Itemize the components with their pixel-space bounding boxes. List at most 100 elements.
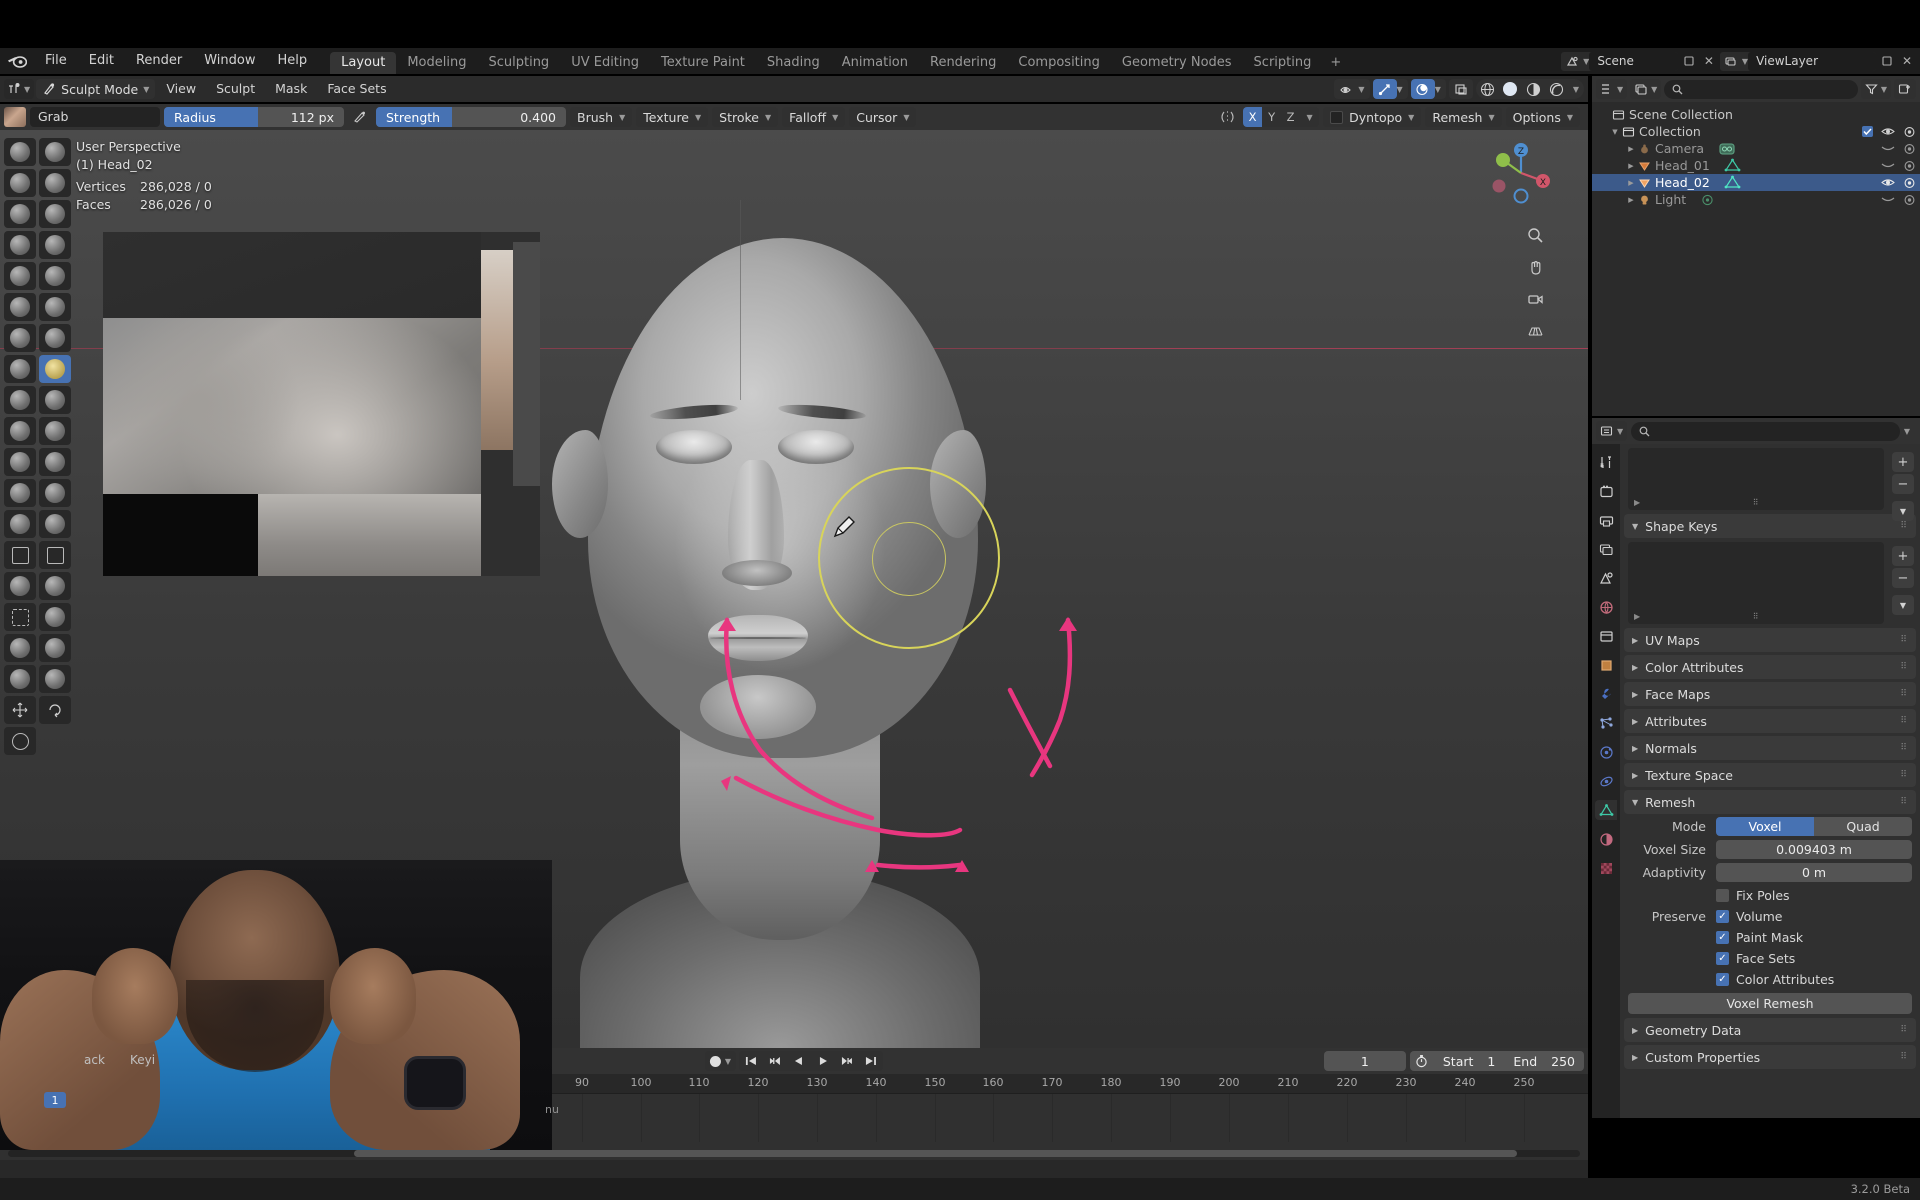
chevron-right-icon[interactable]: ▶ xyxy=(1632,717,1638,726)
panel-header-face-maps[interactable]: ▶ Face Maps ⠿ xyxy=(1624,682,1916,706)
vertex-groups-expand-icon[interactable]: ▶ xyxy=(1634,498,1640,507)
chevron-right-icon[interactable]: ▶ xyxy=(1632,663,1638,672)
properties-tab-texture[interactable] xyxy=(1595,858,1617,878)
tool-crease[interactable] xyxy=(4,262,36,290)
shape-keys-list[interactable]: ▶ ⠿ xyxy=(1628,542,1884,624)
fix-poles-checkbox[interactable] xyxy=(1716,888,1729,902)
mesh-data-icon[interactable] xyxy=(1724,175,1741,190)
shape-keys-add-button[interactable]: + xyxy=(1892,546,1914,566)
shading-solid-icon[interactable] xyxy=(1499,79,1522,99)
properties-tab-constraints[interactable] xyxy=(1595,771,1617,791)
menu-edit[interactable]: Edit xyxy=(78,48,125,74)
grip-icon[interactable]: ⠿ xyxy=(1900,521,1908,531)
grip-icon[interactable]: ⠿ xyxy=(1900,635,1908,645)
properties-tab-tool[interactable] xyxy=(1595,452,1617,472)
voxel-size-field[interactable]: 0.009403 m xyxy=(1716,840,1912,859)
scene-selector[interactable]: ▼ Scene xyxy=(1561,51,1678,71)
workspace-tab-layout[interactable]: Layout xyxy=(330,52,397,74)
remove-scene-close-icon[interactable]: ✕ xyxy=(1700,52,1718,71)
expand-triangle-icon[interactable]: ▶ xyxy=(1624,179,1638,187)
properties-tab-render[interactable] xyxy=(1595,481,1617,501)
panel-header-attributes[interactable]: ▶ Attributes ⠿ xyxy=(1624,709,1916,733)
properties-tab-view-layer[interactable] xyxy=(1595,539,1617,559)
outliner-row-scene-collection[interactable]: Scene Collection xyxy=(1592,106,1920,123)
symmetry-axis-y[interactable]: Y xyxy=(1262,107,1281,127)
camera-icon[interactable] xyxy=(1522,286,1548,312)
remesh-mode-voxel[interactable]: Voxel xyxy=(1716,817,1814,836)
tool-blob[interactable] xyxy=(39,231,71,259)
shading-rendered-icon[interactable] xyxy=(1545,79,1568,99)
tool-annotate[interactable] xyxy=(4,727,36,755)
menu-window[interactable]: Window xyxy=(193,48,266,74)
tool-pose[interactable] xyxy=(39,417,71,445)
new-viewlayer-icon[interactable] xyxy=(1878,52,1896,71)
jump-to-end-button[interactable] xyxy=(859,1051,883,1071)
tool-scrape[interactable] xyxy=(4,324,36,352)
start-frame-field[interactable]: Start 1 xyxy=(1434,1051,1505,1071)
tool-multiplane-scrape[interactable] xyxy=(39,324,71,352)
tool-grab[interactable] xyxy=(39,355,71,383)
remove-viewlayer-close-icon[interactable]: ✕ xyxy=(1898,52,1916,71)
shape-keys-menu-button[interactable]: ▼ xyxy=(1892,595,1914,615)
vertex-groups-remove-button[interactable]: − xyxy=(1892,474,1914,494)
chevron-down-icon[interactable]: ▼ xyxy=(832,113,838,122)
tool-thumb[interactable] xyxy=(4,417,36,445)
shape-keys-expand-icon[interactable]: ▶ xyxy=(1634,612,1640,621)
proportional-edit-icon[interactable] xyxy=(1410,79,1435,99)
workspace-tab-animation[interactable]: Animation xyxy=(831,52,919,74)
navigation-gizmo[interactable]: Z X xyxy=(1486,138,1556,208)
preserve-face-sets-checkbox[interactable]: ✓ xyxy=(1716,951,1729,965)
tool-clay[interactable] xyxy=(4,169,36,197)
eye-open-icon[interactable] xyxy=(1881,126,1895,137)
tool-transform[interactable] xyxy=(4,696,36,724)
tool-fill[interactable] xyxy=(39,293,71,321)
workspace-tab-rendering[interactable]: Rendering xyxy=(919,52,1007,74)
properties-tab-collection[interactable] xyxy=(1595,626,1617,646)
panel-header-uv-maps[interactable]: ▶ UV Maps ⠿ xyxy=(1624,628,1916,652)
current-frame-field[interactable]: 1 xyxy=(1323,1051,1406,1071)
properties-search-input[interactable] xyxy=(1631,421,1900,441)
outliner-editor-type[interactable]: ▼ xyxy=(1596,79,1628,99)
pan-hand-icon[interactable] xyxy=(1522,254,1548,280)
camera-data-icon[interactable] xyxy=(1718,141,1736,156)
properties-tab-scene[interactable] xyxy=(1595,568,1617,588)
chevron-right-icon[interactable]: ▶ xyxy=(1632,1026,1638,1035)
chevron-down-icon[interactable]: ▼ xyxy=(695,113,701,122)
shading-chevron-down-icon[interactable]: ▼ xyxy=(1568,85,1584,94)
eye-closed-icon[interactable] xyxy=(1881,160,1895,171)
proportional-edit-group[interactable]: ▼ xyxy=(1410,79,1446,99)
grip-icon[interactable]: ⠿ xyxy=(1900,797,1908,807)
tool-simplify[interactable] xyxy=(39,510,71,538)
grip-icon[interactable]: ⠿ xyxy=(1900,770,1908,780)
visibility-selector[interactable]: ▼ xyxy=(1334,79,1370,99)
tool-pinch[interactable] xyxy=(4,355,36,383)
tool-rotate-gizmo[interactable] xyxy=(39,696,71,724)
outliner-display-mode[interactable]: ▼ xyxy=(1630,79,1662,99)
vertex-groups-add-button[interactable]: + xyxy=(1892,452,1914,472)
outliner-editor[interactable]: ▼ ▼ ▼ Scene Collection ▼ Collection ▶ Ca… xyxy=(1592,76,1920,416)
panel-header-geometry-data[interactable]: ▶ Geometry Data ⠿ xyxy=(1624,1018,1916,1042)
show-gizmo-icon[interactable] xyxy=(1449,79,1473,99)
timeline-playhead[interactable]: 1 xyxy=(44,1092,66,1108)
panel-header-shape-keys[interactable]: ▼ Shape Keys ⠿ xyxy=(1624,514,1916,538)
menu-file[interactable]: File xyxy=(34,48,78,74)
camera-render-icon[interactable] xyxy=(1903,177,1916,189)
new-scene-icon[interactable] xyxy=(1680,52,1698,71)
workspace-tab-modeling[interactable]: Modeling xyxy=(396,52,477,74)
collection-checkbox[interactable] xyxy=(1862,126,1873,137)
camera-render-icon[interactable] xyxy=(1903,160,1916,172)
eye-open-icon[interactable] xyxy=(1881,177,1895,188)
eye-closed-icon[interactable] xyxy=(1881,194,1895,205)
grip-icon[interactable]: ⠿ xyxy=(1900,689,1908,699)
dyntopo-toggle[interactable]: Dyntopo ▼ xyxy=(1323,107,1422,127)
editor-type-selector[interactable]: ▼ xyxy=(4,79,35,99)
chevron-down-icon[interactable]: ▼ xyxy=(765,113,771,122)
tool-elastic-deform[interactable] xyxy=(4,386,36,414)
tool-lasso-mask[interactable] xyxy=(39,572,71,600)
tool-clay-strips[interactable] xyxy=(39,169,71,197)
tool-draw-brush[interactable] xyxy=(4,138,36,166)
auto-keyframe-toggle[interactable]: ▼ xyxy=(704,1051,737,1071)
preserve-paint-mask-checkbox[interactable]: ✓ xyxy=(1716,930,1729,944)
chevron-down-icon[interactable]: ▼ xyxy=(1567,113,1573,122)
chevron-down-icon[interactable]: ▼ xyxy=(1617,85,1623,94)
